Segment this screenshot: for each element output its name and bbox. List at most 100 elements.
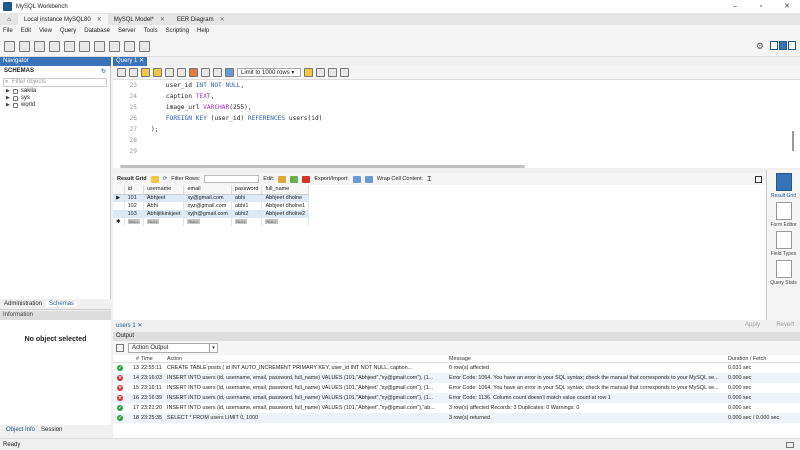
tab-eer-diagram[interactable]: EER Diagram ✕ — [171, 14, 231, 25]
minimize-button[interactable]: – — [722, 0, 748, 13]
close-icon[interactable]: ✕ — [160, 16, 165, 23]
execute-current-icon[interactable] — [153, 68, 162, 77]
output-row[interactable]: ✓ 13 22:55:11 CREATE TABLE posts ( id INT A… — [113, 363, 800, 373]
tab-users-1[interactable]: users 1 ✕ — [116, 322, 142, 329]
autocommit-icon[interactable] — [225, 68, 234, 77]
code-line[interactable]: 27); — [113, 124, 800, 135]
close-icon[interactable]: ✕ — [137, 323, 142, 329]
revert-button[interactable]: Revert — [776, 322, 794, 328]
invisible-chars-icon[interactable] — [328, 68, 337, 77]
output-row[interactable]: ✓ 18 23:25:35 SELECT * FROM users LIMIT 0, … — [113, 413, 800, 423]
commit-icon[interactable] — [201, 68, 210, 77]
menu-server[interactable]: Server — [118, 28, 136, 34]
code-line[interactable]: 29 — [113, 146, 800, 157]
open-sql-script-icon[interactable] — [19, 40, 30, 52]
close-icon[interactable]: ✕ — [97, 16, 102, 23]
column-header[interactable]: email — [183, 185, 232, 195]
expand-arrow-icon[interactable]: ▶ — [6, 95, 10, 102]
refresh-icon[interactable]: ⟳ — [163, 176, 168, 182]
menu-query[interactable]: Query — [60, 28, 76, 34]
close-icon[interactable]: ✕ — [139, 58, 144, 64]
create-table-icon[interactable] — [64, 40, 75, 52]
stop-icon[interactable] — [177, 68, 186, 77]
tab-mysql-model[interactable]: MySQL Model* ✕ — [108, 14, 171, 25]
create-schema-icon[interactable] — [49, 40, 60, 52]
output-row[interactable]: ✓ 17 23:21:20 INSERT INTO users (id, userna… — [113, 403, 800, 413]
import-icon[interactable] — [364, 175, 373, 183]
expand-arrow-icon[interactable]: ▶ — [6, 88, 10, 95]
reconnect-icon[interactable] — [139, 40, 150, 52]
explain-icon[interactable] — [165, 68, 174, 77]
filter-objects-input[interactable]: ⌕ Filter objects — [3, 78, 107, 87]
home-tab[interactable]: ⌂ — [0, 14, 18, 25]
menu-tools[interactable]: Tools — [144, 28, 158, 34]
menu-edit[interactable]: Edit — [21, 28, 31, 34]
tab-schemas[interactable]: Schemas — [46, 301, 78, 307]
form-editor-side-button[interactable]: Form Editor — [769, 202, 799, 228]
maximize-button[interactable]: ▫ — [748, 0, 774, 13]
refresh-icon[interactable]: ↻ — [101, 68, 106, 75]
save-icon[interactable] — [129, 68, 138, 77]
column-header[interactable]: username — [143, 185, 185, 195]
new-sql-tab-icon[interactable] — [4, 40, 15, 52]
column-header[interactable]: id — [124, 185, 144, 195]
editor-vertical-scrollbar[interactable] — [792, 131, 794, 151]
create-procedure-icon[interactable] — [94, 40, 105, 52]
close-icon[interactable]: ✕ — [220, 16, 225, 23]
find-icon[interactable] — [316, 68, 325, 77]
apply-button[interactable]: Apply — [745, 322, 760, 328]
editor-horizontal-scrollbar[interactable] — [120, 165, 525, 168]
gear-icon[interactable]: ⚙ — [756, 41, 764, 52]
beautify-icon[interactable] — [304, 68, 313, 77]
output-type-select[interactable]: Action Output ▾ — [128, 343, 218, 353]
panel-toggle-icon[interactable] — [786, 442, 794, 448]
layout-toggle-icons[interactable] — [770, 41, 796, 50]
create-function-icon[interactable] — [109, 40, 120, 52]
edit-row-icon[interactable] — [278, 175, 287, 183]
result-grid-side-button[interactable]: Result Grid — [769, 173, 799, 199]
schema-item-world[interactable]: ▶ world — [0, 102, 110, 109]
column-header[interactable]: password — [231, 185, 263, 195]
search-table-data-icon[interactable] — [124, 40, 135, 52]
schema-inspector-icon[interactable] — [34, 40, 45, 52]
execute-icon[interactable] — [141, 68, 150, 77]
delete-row-icon[interactable] — [302, 175, 311, 183]
toggle-panel-icon[interactable] — [755, 175, 762, 183]
output-row[interactable]: ✕ 16 23:16:39 INSERT INTO users (id, userna… — [113, 393, 800, 403]
toggle-continue-on-error-icon[interactable] — [189, 68, 198, 77]
output-row[interactable]: ✕ 15 23:16:11 INSERT INTO users (id, userna… — [113, 383, 800, 393]
schema-item-sakila[interactable]: ▶ sakila — [0, 88, 110, 95]
code-line[interactable]: 25 image_url VARCHAR(255), — [113, 102, 800, 113]
expand-arrow-icon[interactable]: ▶ — [6, 102, 10, 109]
wrap-lines-icon[interactable] — [340, 68, 349, 77]
wrap-cell-icon[interactable]: Ɪ — [427, 175, 431, 184]
menu-file[interactable]: File — [3, 28, 13, 34]
tab-local-instance[interactable]: Local instance MySQL80 ✕ — [18, 14, 108, 25]
copy-output-icon[interactable] — [116, 344, 124, 352]
code-line[interactable]: 23 user_id INT NOT NULL, — [113, 80, 800, 91]
insert-row-icon[interactable] — [290, 175, 299, 183]
sql-editor[interactable]: 23 user_id INT NOT NULL, 24 caption TEXT,… — [113, 80, 800, 168]
create-view-icon[interactable] — [79, 40, 90, 52]
rollback-icon[interactable] — [213, 68, 222, 77]
output-row[interactable]: ✕ 14 23:16:03 INSERT INTO users (id, userna… — [113, 373, 800, 383]
menu-view[interactable]: View — [39, 28, 52, 34]
code-line[interactable]: 26 FOREIGN KEY (user_id) REFERENCES user… — [113, 113, 800, 124]
menu-scripting[interactable]: Scripting — [166, 28, 189, 34]
open-file-icon[interactable] — [117, 68, 126, 77]
tab-administration[interactable]: Administration — [4, 301, 42, 307]
query-stats-side-button[interactable]: Query Stats — [769, 260, 799, 286]
tab-session[interactable]: Session — [41, 427, 62, 433]
filter-rows-input[interactable] — [204, 175, 260, 183]
table-row[interactable]: 103 Abhijitkinkjeet xyjh@gmail.com abhi2… — [113, 210, 310, 218]
close-button[interactable]: ✕ — [774, 0, 800, 13]
table-row[interactable]: ▶ 101 Abhjeet xy@gmail.com abhi Abhjeet … — [113, 194, 310, 202]
tab-object-info[interactable]: Object Info — [6, 427, 35, 433]
menu-database[interactable]: Database — [84, 28, 110, 34]
column-header[interactable]: full_name — [261, 185, 310, 195]
export-icon[interactable] — [352, 175, 361, 183]
grid-view-icon[interactable] — [150, 175, 159, 183]
code-line[interactable]: 24 caption TEXT, — [113, 91, 800, 102]
table-row[interactable]: 102 Abhi xyz@gmail.com abhi1 Abhjeet dho… — [113, 202, 310, 210]
tab-query-1[interactable]: Query 1 ✕ — [113, 57, 147, 66]
